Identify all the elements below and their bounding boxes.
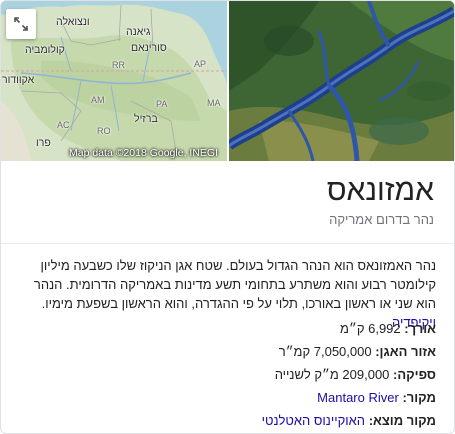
source-link[interactable]: Mantaro River [317, 390, 399, 405]
map-label-pa: PA [156, 99, 168, 109]
fact-value: 209,000 מ״ק לשנייה [274, 367, 390, 382]
map-label-ro: RO [97, 126, 111, 136]
map-label-brazil: ברזיל [134, 113, 158, 125]
fact-discharge: ספיקה: 209,000 מ״ק לשנייה [275, 367, 436, 382]
mouth-link[interactable]: האוקיינוס האטלנטי [262, 413, 365, 428]
map-label-peru: פרו [36, 137, 51, 149]
divider [1, 243, 454, 244]
fact-source: מקור: Mantaro River [317, 390, 436, 405]
fact-value: 6,992 ק״מ [340, 321, 401, 336]
map-label-ap: AP [194, 59, 207, 69]
satellite-image [229, 1, 454, 161]
description-text: נהר האמזונאס הוא הנהר הגדול בעולם. שטח א… [33, 258, 436, 311]
fact-label: מקור: [402, 390, 436, 405]
fact-label: מקור מוצא: [368, 413, 436, 428]
fact-length: אורך: 6,992 ק״מ [340, 321, 436, 336]
entity-subtitle: נהר בדרום אמריקה [329, 212, 434, 227]
map-label-ecuador: אקוודור [2, 74, 35, 86]
map-label-guyana: גיאנה [126, 26, 151, 38]
map-label-rr: RR [112, 60, 125, 70]
map-label-colombia: קולומביה [25, 44, 65, 56]
expand-map-button[interactable] [6, 9, 36, 39]
fact-label: אזור האגן: [375, 344, 436, 359]
map-attribution: Map data ©2018 Google, INEGI [69, 147, 218, 159]
map-label-venezuela: ונצואלה [56, 16, 90, 28]
entity-title: אמזונאס [326, 174, 434, 207]
fact-mouth: מקור מוצא: האוקיינוס האטלנטי [262, 413, 436, 428]
expand-icon [14, 17, 28, 31]
fact-label: ספיקה: [393, 367, 436, 382]
map-label-suriname: סורינאם [131, 42, 167, 54]
map-label-ma: MA [207, 98, 221, 108]
satellite-photo[interactable] [229, 1, 454, 161]
fact-label: אורך: [404, 321, 436, 336]
knowledge-panel: ונצואלה גיאנה סורינאם קולומביה אקוודור ב… [0, 0, 455, 434]
media-strip: ונצואלה גיאנה סורינאם קולומביה אקוודור ב… [1, 1, 454, 161]
fact-value: 7,050,000 קמ״ר [278, 344, 372, 359]
map-thumbnail[interactable]: ונצואלה גיאנה סורינאם קולומביה אקוודור ב… [1, 1, 227, 161]
fact-basin-area: אזור האגן: 7,050,000 קמ״ר [279, 344, 436, 359]
map-label-ac: AC [57, 120, 70, 130]
map-label-am: AM [91, 95, 105, 105]
